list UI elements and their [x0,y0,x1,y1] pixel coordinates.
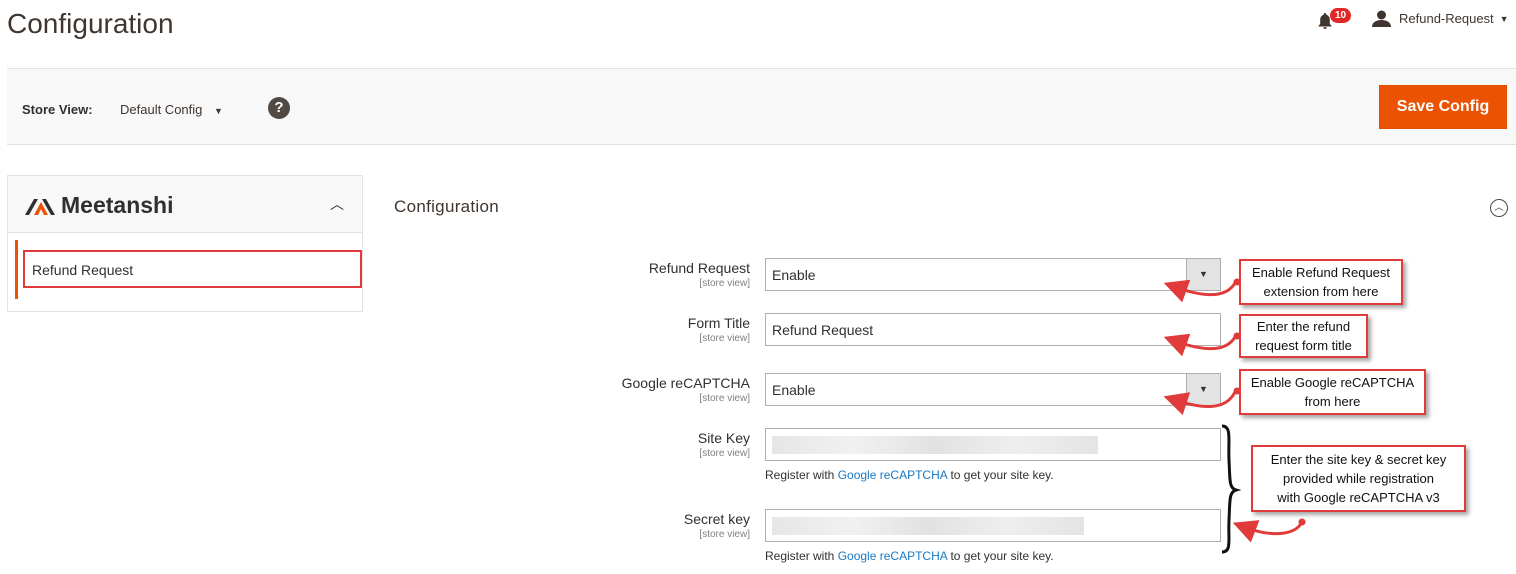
callout-text: extension from here [1263,284,1379,299]
field-label: Site Key [697,430,750,446]
caret-down-icon: ▼ [1186,259,1220,290]
user-name: Refund-Request [1399,11,1494,26]
curly-brace [1221,424,1242,554]
section-title[interactable]: Configuration [394,197,499,217]
select-value: Enable [772,382,816,398]
annotation-arrow [1232,520,1304,543]
google-recaptcha-link[interactable]: Google reCAPTCHA [838,549,947,563]
annotation-highlight-box: Refund Request [23,250,362,288]
field-scope: [store view] [699,393,750,404]
field-label: Secret key [683,511,750,527]
meetanshi-logo-mark [25,198,55,215]
field-label: Form Title [687,315,750,331]
note-text: to get your site key. [950,468,1054,482]
site-key-input[interactable] [765,428,1221,461]
sidebar-tab-header[interactable]: Meetanshi ︿ [8,176,362,233]
caret-down-icon: ▼ [1499,13,1509,24]
field-scope: [store view] [699,529,750,540]
store-view-value: Default Config [120,102,203,117]
note-text: Register with [765,549,835,563]
help-icon[interactable]: ? [268,97,290,119]
annotation-callout: Enable Refund Request extension from here [1239,259,1403,305]
meetanshi-logo: Meetanshi [25,192,173,219]
field-label: Google reCAPTCHA [621,375,750,391]
redacted-value [772,436,1098,454]
google-recaptcha-link[interactable]: Google reCAPTCHA [838,468,947,482]
site-key-note: Register with Google reCAPTCHA to get yo… [765,468,1054,482]
config-sidebar: Meetanshi ︿ Refund Request [7,175,363,312]
caret-down-icon: ▼ [214,106,223,116]
store-view-switcher[interactable]: Default Config ▼ [120,102,223,117]
google-recaptcha-select[interactable]: Enable ▼ [765,373,1221,406]
callout-text: Enter the refund [1256,319,1351,334]
input-value: Refund Request [772,322,874,338]
collapse-section-icon[interactable]: ︿ [1490,199,1508,217]
callout-text: request form title [1255,338,1352,353]
redacted-value [772,517,1084,535]
user-icon [1372,10,1391,27]
callout-text: Enter the site key & secret key [1270,452,1447,467]
annotation-callout: Enable Google reCAPTCHA from here [1239,369,1426,415]
brand-name: Meetanshi [61,192,174,218]
form-title-input[interactable]: Refund Request [765,313,1221,346]
field-label: Refund Request [648,260,750,276]
note-text: Register with [765,468,835,482]
sidebar-item-label: Refund Request [32,262,134,278]
chevron-up-icon[interactable]: ︿ [330,194,344,214]
secret-key-note: Register with Google reCAPTCHA to get yo… [765,549,1054,563]
secret-key-input[interactable] [765,509,1221,542]
sidebar-item-refund-request[interactable]: Refund Request [15,240,362,299]
refund-request-select[interactable]: Enable ▼ [765,258,1221,291]
callout-text: Enable Refund Request [1251,265,1391,280]
store-view-label: Store View: [22,102,93,117]
notifications-button[interactable]: 10 [1316,8,1352,32]
save-config-button[interactable]: Save Config [1379,85,1507,129]
note-text: to get your site key. [950,549,1054,563]
field-scope: [store view] [699,448,750,459]
field-scope: [store view] [699,278,750,289]
select-value: Enable [772,267,816,283]
user-menu[interactable]: Refund-Request ▼ [1372,10,1509,27]
page-actions-toolbar: Store View: Default Config ▼ ? Save Conf… [7,68,1516,145]
caret-down-icon: ▼ [1186,374,1220,405]
annotation-callout: Enter the site key & secret key provided … [1251,445,1466,512]
callout-text: from here [1304,394,1361,409]
callout-text: with Google reCAPTCHA v3 [1277,490,1440,505]
callout-text: provided while registration [1282,471,1434,486]
field-scope: [store view] [699,333,750,344]
callout-text: Enable Google reCAPTCHA [1250,375,1415,390]
notifications-count-badge: 10 [1330,8,1352,23]
page-title: Configuration [7,8,174,39]
annotation-callout: Enter the refund request form title [1239,314,1368,358]
